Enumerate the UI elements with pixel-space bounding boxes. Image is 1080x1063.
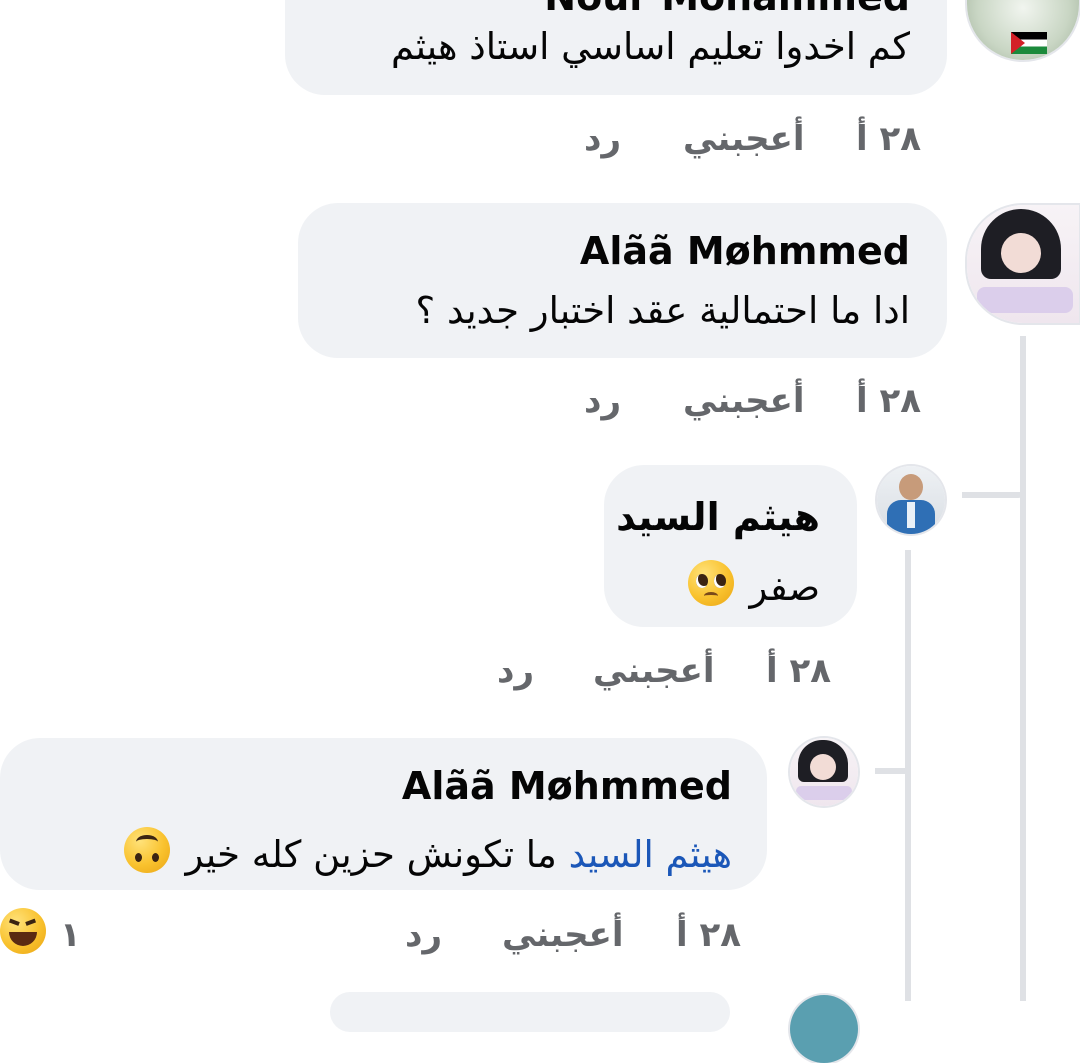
comment-author[interactable]: Alãã Møhmmed [580,232,910,270]
avatar[interactable] [967,0,1079,60]
like-button[interactable]: أعجبني [502,918,624,952]
comment-text: ادا ما احتمالية عقد اختبار جديد ؟ [415,289,910,332]
comment-author[interactable]: Nour Mohammed [544,0,910,16]
thread-connector-reply-2 [875,768,909,774]
upside-down-face-emoji [123,827,170,873]
comment-bubble [298,203,947,358]
comment-text: هيثم السيد ما تكونش حزين كله خير [123,827,732,876]
comment-text: صفر [687,560,820,609]
avatar[interactable] [790,738,858,806]
laughing-face-emoji [0,908,46,954]
like-button[interactable]: أعجبني [683,384,805,418]
reaction-count: ١ [60,915,81,955]
comment-time[interactable]: ٢٨ أ [856,384,921,418]
thread-connector-reply-1 [962,492,1024,498]
pleading-face-emoji [687,560,734,606]
avatar[interactable] [967,205,1079,323]
reply-button[interactable]: رد [405,918,442,952]
like-button[interactable]: أعجبني [683,122,805,156]
comment-bubble-partial [330,992,730,1032]
comment-author[interactable]: هيثم السيد [616,498,820,536]
avatar[interactable] [877,466,945,534]
reply-button[interactable]: رد [584,122,621,156]
comment-text: كم اخدوا تعليم اساسي استاذ هيثم [390,25,910,68]
avatar-partial[interactable] [790,995,858,1063]
comment-time[interactable]: ٢٨ أ [766,654,831,688]
comment-text-content: ما تكونش حزين كله خير [185,833,557,876]
comment-time[interactable]: ٢٨ أ [676,918,741,952]
comment-text-content: صفر [749,566,820,609]
comment-author[interactable]: Alãã Møhmmed [402,767,732,805]
thread-line-main [1020,336,1026,1001]
reply-button[interactable]: رد [584,384,621,418]
flag-icon [1011,32,1047,54]
mention-link[interactable]: هيثم السيد [569,833,732,876]
thread-line-sub [905,550,911,1001]
reply-button[interactable]: رد [497,654,534,688]
like-button[interactable]: أعجبني [593,654,715,688]
comment-time[interactable]: ٢٨ أ [856,122,921,156]
